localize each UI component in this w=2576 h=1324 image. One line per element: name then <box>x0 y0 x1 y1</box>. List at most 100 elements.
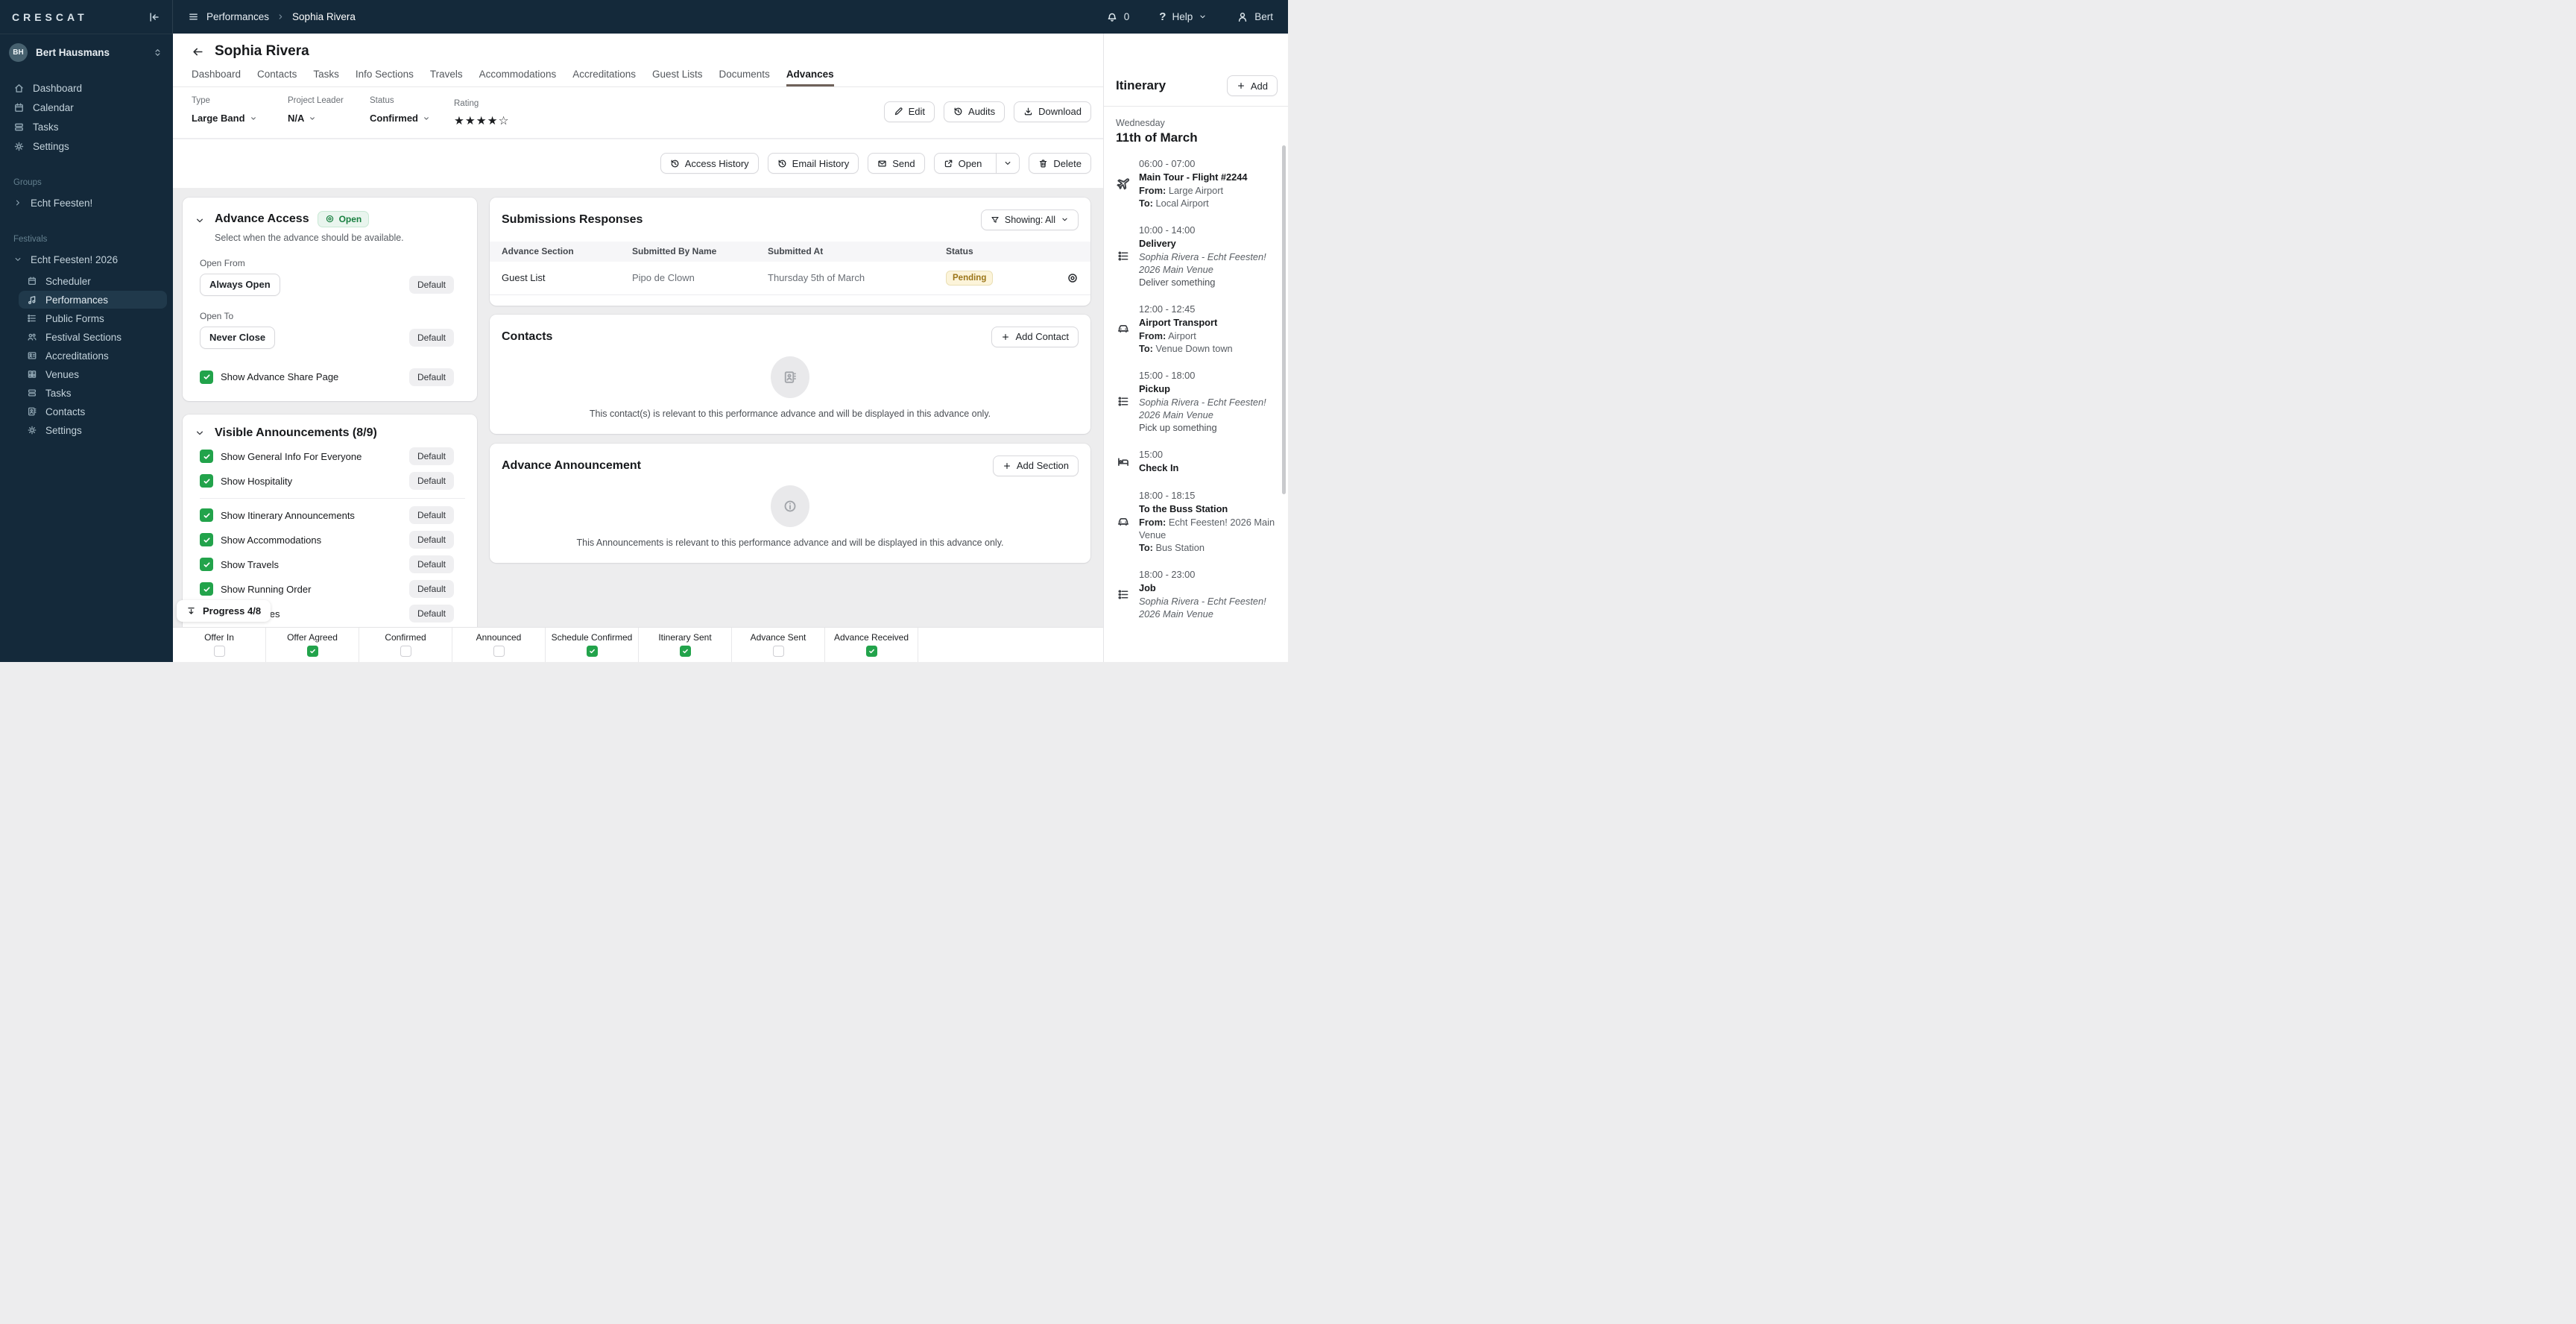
sidebar-item-venues[interactable]: Venues <box>19 365 167 383</box>
sidebar-item-calendar[interactable]: Calendar <box>0 98 173 117</box>
breadcrumb-menu-icon[interactable] <box>188 11 199 22</box>
itinerary-item-from: From: Echt Feesten! 2026 Main Venue <box>1139 517 1275 541</box>
show-advance-share-page-checkbox[interactable] <box>200 370 213 384</box>
sidebar-item-tasks[interactable]: Tasks <box>0 117 173 136</box>
progress-step-advance-received: Advance Received <box>825 628 918 662</box>
itinerary-item-note: Pick up something <box>1139 422 1217 434</box>
type-dropdown[interactable]: Large Band <box>192 113 288 124</box>
itinerary-item-job[interactable]: 18:00 - 23:00 Job Sophia Rivera - Echt F… <box>1116 568 1279 620</box>
sidebar-item-scheduler[interactable]: Scheduler <box>19 272 167 290</box>
default-badge: Default <box>408 275 454 294</box>
schedule-confirmed-checkbox[interactable] <box>586 646 598 657</box>
itinerary-item-airport-transport[interactable]: 12:00 - 12:45 Airport Transport From: Ai… <box>1116 303 1279 355</box>
itinerary-panel: Itinerary Add Wednesday 11th of March 06… <box>1103 34 1288 662</box>
back-arrow-icon[interactable] <box>192 45 204 58</box>
rating-stars[interactable]: ★★★★☆ <box>454 116 510 127</box>
announcement-checkbox[interactable] <box>200 508 213 522</box>
contact-book-icon <box>27 406 37 417</box>
tab-documents[interactable]: Documents <box>719 69 770 86</box>
announcement-checkbox[interactable] <box>200 582 213 596</box>
view-submission-icon[interactable] <box>1067 272 1079 284</box>
open-button[interactable]: Open <box>935 154 991 173</box>
collapse-section-icon[interactable] <box>195 215 205 243</box>
table-row[interactable]: Guest List Pipo de Clown Thursday 5th of… <box>490 262 1090 295</box>
help-menu[interactable]: ? Help <box>1159 10 1207 23</box>
tab-guest-lists[interactable]: Guest Lists <box>652 69 703 86</box>
sidebar-festival-echt-feesten-2026[interactable]: Echt Feesten! 2026 <box>0 250 173 269</box>
open-split-button[interactable]: Open <box>933 153 1020 174</box>
sidebar-item-label: Public Forms <box>45 312 104 324</box>
offer-agreed-checkbox[interactable] <box>306 646 318 657</box>
notifications-button[interactable]: 0 <box>1106 11 1130 23</box>
open-to-button[interactable]: Never Close <box>200 326 276 349</box>
tab-contacts[interactable]: Contacts <box>257 69 297 86</box>
tab-accommodations[interactable]: Accommodations <box>479 69 557 86</box>
open-options-caret[interactable] <box>996 154 1019 173</box>
collapse-sidebar-icon[interactable] <box>148 11 160 23</box>
offer-in-checkbox[interactable] <box>213 646 225 657</box>
announced-checkbox[interactable] <box>493 646 505 657</box>
announcement-checkbox[interactable] <box>200 474 213 488</box>
user-menu[interactable]: Bert <box>1237 11 1273 23</box>
chevron-down-icon <box>1199 13 1207 21</box>
sidebar-item-festival-sections[interactable]: Festival Sections <box>19 328 167 346</box>
itinerary-item-flight[interactable]: 06:00 - 07:00 Main Tour - Flight #2244 F… <box>1116 157 1279 209</box>
sidebar-item-contacts[interactable]: Contacts <box>19 403 167 420</box>
add-contact-button[interactable]: Add Contact <box>991 326 1079 347</box>
itinerary-item-title: Check In <box>1139 462 1179 474</box>
itinerary-sent-checkbox[interactable] <box>679 646 691 657</box>
itinerary-item-time: 06:00 - 07:00 <box>1139 158 1196 169</box>
sidebar-item-public-forms[interactable]: Public Forms <box>19 309 167 327</box>
itinerary-scrollbar[interactable] <box>1282 145 1286 494</box>
advance-sent-checkbox[interactable] <box>772 646 784 657</box>
star-empty: ☆ <box>498 115 510 127</box>
tab-dashboard[interactable]: Dashboard <box>192 69 241 86</box>
itinerary-item-delivery[interactable]: 10:00 - 14:00 Delivery Sophia Rivera - E… <box>1116 224 1279 289</box>
itinerary-item-bus-station[interactable]: 18:00 - 18:15 To the Buss Station From: … <box>1116 489 1279 554</box>
itinerary-item-pickup[interactable]: 15:00 - 18:00 Pickup Sophia Rivera - Ech… <box>1116 369 1279 434</box>
email-history-button[interactable]: Email History <box>767 153 859 174</box>
announcement-checkbox[interactable] <box>200 558 213 571</box>
open-from-field: Open From Always Open Default <box>200 258 465 296</box>
download-icon <box>1023 107 1033 116</box>
notification-count: 0 <box>1123 11 1130 22</box>
collapse-section-icon[interactable] <box>195 428 205 438</box>
tab-tasks[interactable]: Tasks <box>313 69 339 86</box>
open-from-button[interactable]: Always Open <box>200 273 280 296</box>
tab-travels[interactable]: Travels <box>430 69 463 86</box>
project-leader-dropdown[interactable]: N/A <box>288 113 370 124</box>
sidebar-group-echt-feesten[interactable]: Echt Feesten! <box>0 193 173 212</box>
sidebar-item-accreditations[interactable]: Accreditations <box>19 347 167 365</box>
add-itinerary-button[interactable]: Add <box>1226 75 1278 96</box>
status-dropdown[interactable]: Confirmed <box>370 113 454 124</box>
download-button[interactable]: Download <box>1014 101 1091 122</box>
sidebar-item-settings[interactable]: Settings <box>0 136 173 156</box>
tab-bar: Dashboard Contacts Tasks Info Sections T… <box>192 69 1091 86</box>
showing-filter-button[interactable]: Showing: All <box>980 209 1079 230</box>
tab-accreditations[interactable]: Accreditations <box>572 69 636 86</box>
access-history-button[interactable]: Access History <box>660 153 759 174</box>
sidebar-user[interactable]: BH Bert Hausmans <box>0 34 173 69</box>
confirmed-checkbox[interactable] <box>400 646 411 657</box>
status-label: Status <box>370 96 394 105</box>
advance-received-checkbox[interactable] <box>865 646 877 657</box>
breadcrumb-section[interactable]: Performances <box>206 11 269 22</box>
progress-button[interactable]: Progress 4/8 <box>177 600 271 622</box>
sidebar-item-dashboard[interactable]: Dashboard <box>0 78 173 98</box>
delete-button[interactable]: Delete <box>1029 153 1091 174</box>
itinerary-item-check-in[interactable]: 15:00 Check In <box>1116 448 1279 475</box>
sidebar-item-festival-settings[interactable]: Settings <box>19 421 167 439</box>
default-badge: Default <box>408 580 454 598</box>
tab-advances[interactable]: Advances <box>786 69 834 86</box>
bed-icon <box>1116 455 1131 468</box>
announcement-checkbox[interactable] <box>200 450 213 463</box>
edit-button[interactable]: Edit <box>883 101 935 122</box>
add-section-button[interactable]: Add Section <box>992 455 1079 476</box>
crescat-logo: CRESCAT <box>12 10 88 23</box>
tab-info-sections[interactable]: Info Sections <box>356 69 414 86</box>
announcement-checkbox[interactable] <box>200 533 213 546</box>
send-button[interactable]: Send <box>868 153 925 174</box>
sidebar-item-performances[interactable]: Performances <box>19 291 167 309</box>
audits-button[interactable]: Audits <box>944 101 1006 122</box>
sidebar-item-festival-tasks[interactable]: Tasks <box>19 384 167 402</box>
